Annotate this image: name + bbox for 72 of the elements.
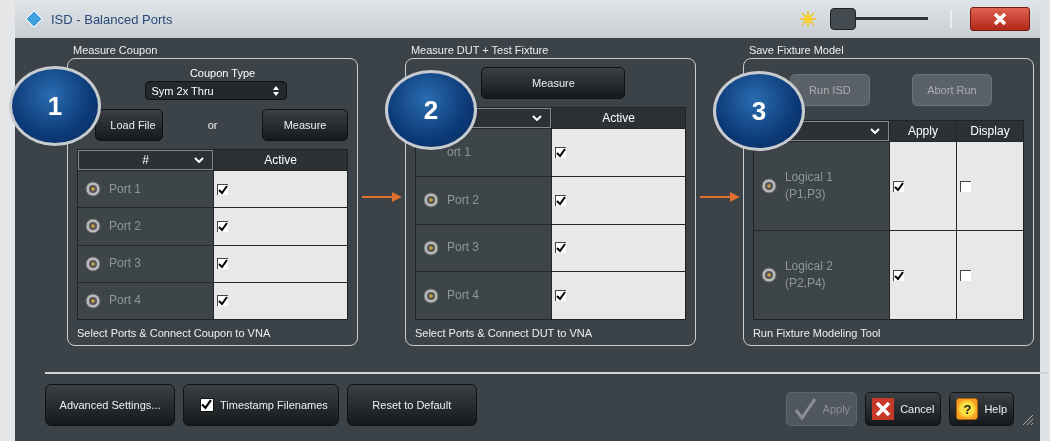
spinner-icon [271, 84, 280, 97]
checkbox[interactable] [217, 183, 228, 195]
close-icon [993, 12, 1007, 26]
checkbox[interactable] [217, 258, 228, 270]
checkbox[interactable] [892, 269, 904, 281]
checkbox[interactable] [892, 180, 904, 192]
checkbox[interactable] [554, 146, 566, 158]
check-icon [555, 291, 566, 302]
arrow-icon [362, 192, 402, 202]
group-title: Save Fixture Model [747, 44, 845, 58]
check-icon [201, 399, 212, 410]
column-header[interactable]: # [142, 153, 149, 167]
check-icon [218, 259, 228, 270]
chevron-icon[interactable] [531, 115, 542, 121]
row-label: Port 4 [109, 292, 141, 310]
checkbox[interactable] [217, 220, 228, 232]
cancel-button[interactable]: Cancel [865, 392, 942, 426]
arrow-icon [700, 192, 740, 202]
checkbox[interactable] [554, 194, 566, 206]
column-header[interactable]: Active [551, 108, 686, 128]
check-icon [555, 195, 566, 206]
coupon-type-label: Coupon Type [188, 67, 257, 79]
checkbox[interactable] [959, 269, 971, 281]
row-label: Port 3 [109, 255, 141, 272]
chevron-icon[interactable] [194, 157, 204, 163]
close-icon [872, 398, 895, 420]
or-label: or [206, 119, 219, 131]
checkbox[interactable] [959, 180, 971, 192]
check-icon [893, 270, 904, 281]
hint-text: Run Fixture Modeling Tool [752, 327, 882, 339]
window-title: ISD - Balanced Ports [51, 11, 173, 27]
measure-button[interactable]: Measure [262, 109, 349, 141]
row-label: Logical 2 (P2,P4) [784, 258, 833, 292]
hint-text: Select Ports & Connect DUT to VNA [414, 327, 594, 339]
row-label: Port 3 [446, 239, 479, 257]
row-label: Port 2 [446, 191, 479, 209]
check-icon [555, 147, 566, 158]
step-number-badge: 1 [9, 66, 101, 146]
column-header[interactable]: Display [956, 121, 1023, 141]
measure-button[interactable]: Measure [481, 67, 626, 99]
resize-grip-icon [1022, 414, 1034, 426]
help-button[interactable]: ? Help [949, 392, 1014, 426]
footer-button[interactable]: Reset to Default [346, 384, 477, 426]
help-icon: ? [956, 398, 979, 420]
diamond-logo-icon [25, 10, 43, 28]
column-header[interactable]: Apply [889, 121, 956, 141]
coupon-type-dropdown[interactable]: Sym 2x Thru [144, 81, 287, 100]
sun-icon [800, 11, 816, 27]
checkbox[interactable] [554, 290, 566, 302]
checkbox[interactable] [554, 242, 566, 254]
footer-button[interactable]: Advanced Settings... [45, 384, 175, 426]
check-icon [792, 397, 817, 421]
timestamp-checkbox[interactable]: Timestamp Filenames [183, 384, 339, 426]
chevron-icon[interactable] [869, 128, 880, 134]
row-label: Logical 1 (P1,P3) [784, 169, 833, 203]
column-header[interactable]: Active [214, 150, 348, 170]
check-icon [555, 243, 566, 254]
check-icon [218, 296, 228, 307]
group-title: Measure DUT + Test Fixture [409, 44, 550, 58]
check-icon [218, 221, 228, 232]
row-label: Port 4 [446, 287, 479, 304]
row-label: Port 1 [109, 180, 141, 198]
slider-thumb[interactable] [829, 8, 856, 30]
check-icon [893, 181, 904, 192]
checkbox[interactable] [217, 295, 228, 307]
check-icon [218, 184, 228, 195]
hint-text: Select Ports & Connect Coupon to VNA [77, 327, 272, 339]
close-button[interactable] [970, 7, 1030, 31]
row-label: Port 2 [109, 217, 141, 235]
group-title: Measure Coupon [72, 44, 159, 58]
load-file-button[interactable]: Load File [95, 109, 163, 141]
step-number-badge: 3 [712, 71, 805, 151]
